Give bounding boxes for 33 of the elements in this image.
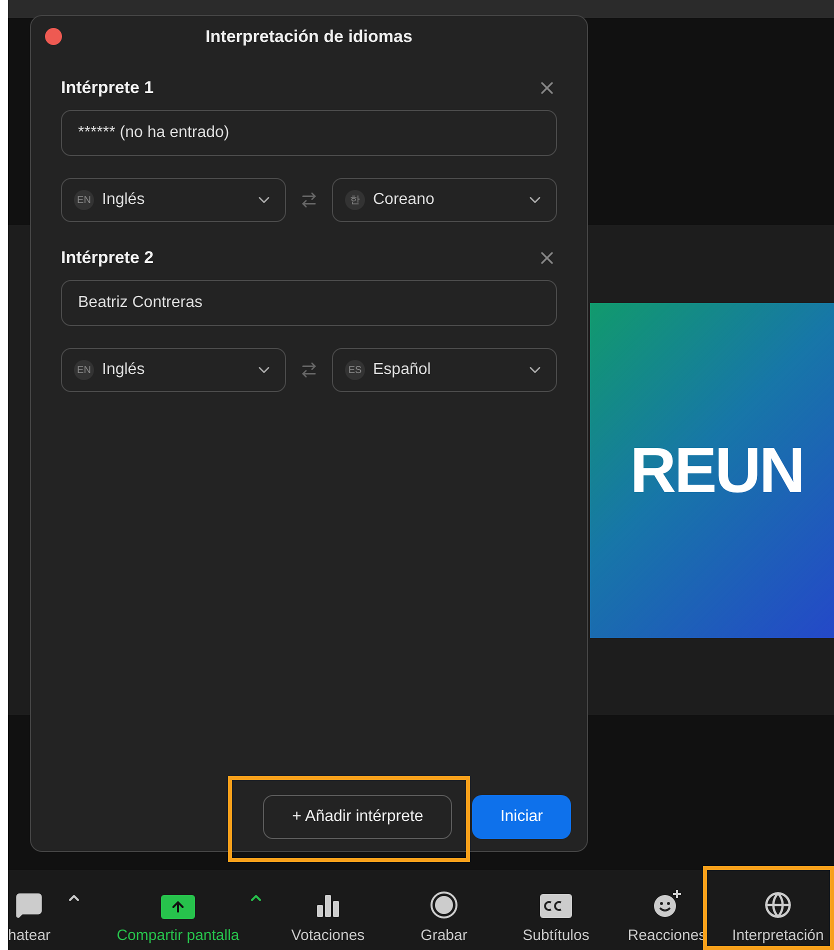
language-code-badge: EN — [74, 190, 94, 210]
bar-chart-icon — [314, 893, 341, 919]
language-code-badge: EN — [74, 360, 94, 380]
share-screen-icon — [161, 895, 195, 919]
swap-arrows-icon — [300, 361, 318, 379]
toolbar-button[interactable]: Interpretación — [732, 891, 824, 944]
toolbar-button[interactable]: Reacciones — [628, 889, 706, 944]
interpreter-heading: Intérprete 1 — [61, 78, 154, 98]
toolbar-button[interactable]: Grabar — [420, 891, 468, 944]
record-icon — [430, 891, 458, 919]
swap-arrows-icon — [300, 191, 318, 209]
interpreter-name-field[interactable]: ****** (no ha entrado) — [61, 110, 557, 156]
language-code-badge: 한 — [345, 190, 365, 210]
toolbar-button[interactable]: Subtítulos — [522, 893, 590, 944]
chat-bubble-icon — [15, 891, 44, 919]
language-dropdown[interactable]: ES Español — [332, 348, 557, 392]
dialog-title: Interpretación de idiomas — [206, 27, 412, 47]
language-code-badge: ES — [345, 360, 365, 380]
closed-captions-icon — [539, 893, 573, 919]
interpreter-heading: Intérprete 2 — [61, 248, 154, 268]
toolbar-button[interactable]: Votaciones — [291, 893, 365, 944]
language-dropdown[interactable]: EN Inglés — [61, 178, 286, 222]
toolbar-button[interactable]: hatear — [8, 891, 51, 944]
start-button[interactable]: Iniciar — [472, 795, 571, 839]
language-dropdown[interactable]: EN Inglés — [61, 348, 286, 392]
toolbar-button[interactable]: Compartir pantalla — [116, 895, 240, 944]
language-dropdown[interactable]: 한 Coreano — [332, 178, 557, 222]
slide-logo: REUN — [630, 433, 804, 507]
smiley-plus-icon — [652, 889, 682, 919]
interpreter-name-field[interactable]: Beatriz Contreras — [61, 280, 557, 326]
add-interpreter-button[interactable]: + Añadir intérprete — [263, 795, 452, 839]
close-dot[interactable] — [45, 28, 62, 45]
globe-icon — [764, 891, 792, 919]
